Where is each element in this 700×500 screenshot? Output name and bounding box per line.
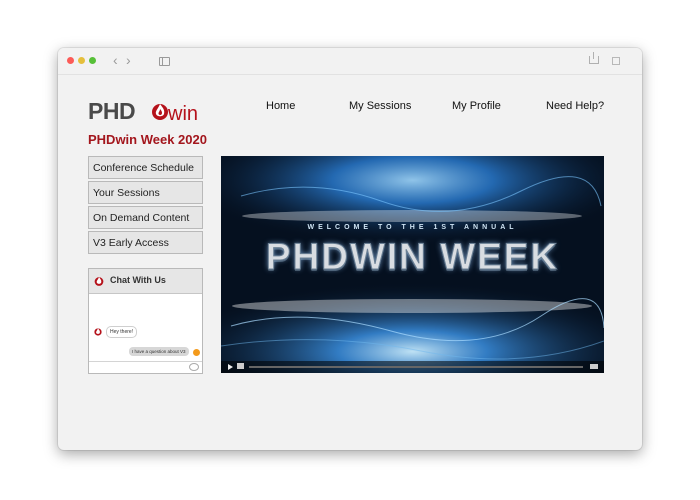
video-controls — [221, 361, 604, 373]
sidebar-toggle-icon[interactable] — [159, 57, 170, 66]
video-progress-bar[interactable] — [249, 366, 583, 368]
chat-title: Chat With Us — [110, 275, 166, 285]
share-icon[interactable] — [589, 52, 599, 64]
tabs-icon[interactable] — [612, 57, 620, 65]
page-title: PHDwin Week 2020 — [88, 132, 207, 147]
minimize-window-button[interactable] — [78, 57, 85, 64]
menu-item-v3-early-access[interactable]: V3 Early Access — [88, 231, 203, 254]
video-subtitle: WELCOME TO THE 1ST ANNUAL — [307, 224, 518, 231]
menu-item-your-sessions[interactable]: Your Sessions — [88, 181, 203, 204]
nav-my-sessions-link[interactable]: My Sessions — [349, 100, 411, 112]
menu-item-on-demand-content[interactable]: On Demand Content — [88, 206, 203, 229]
chat-message-incoming: Hey there! — [106, 326, 138, 338]
chat-header[interactable]: Chat With Us — [89, 269, 202, 294]
logo-win-text: win — [168, 103, 199, 125]
play-icon[interactable] — [228, 364, 233, 370]
chat-widget: Chat With Us Hey there! I have a questio… — [88, 268, 203, 374]
nav-my-profile-link[interactable]: My Profile — [452, 100, 501, 112]
nav-home-link[interactable]: Home — [266, 100, 295, 112]
video-title: PHDWIN WEEK — [265, 236, 560, 278]
browser-toolbar: ‹ › — [58, 48, 642, 75]
maximize-window-button[interactable] — [89, 57, 96, 64]
chat-message-outgoing: I have a question about V3 — [129, 347, 189, 356]
video-player[interactable]: WELCOME TO THE 1ST ANNUAL PHDWIN WEEK — [221, 156, 604, 373]
forward-icon[interactable]: › — [126, 53, 131, 67]
user-avatar — [193, 349, 200, 356]
close-window-button[interactable] — [67, 57, 74, 64]
nav-need-help-link[interactable]: Need Help? — [546, 100, 604, 112]
chat-input[interactable] — [89, 361, 202, 373]
chat-bubble-icon[interactable] — [189, 363, 199, 371]
agent-avatar-icon — [94, 328, 102, 336]
logo-phd-text: PHD — [88, 98, 136, 124]
side-menu: Conference Schedule Your Sessions On Dem… — [88, 156, 203, 256]
time-display — [237, 363, 244, 369]
flame-icon — [94, 277, 104, 286]
menu-item-conference-schedule[interactable]: Conference Schedule — [88, 156, 203, 179]
back-icon[interactable]: ‹ — [113, 53, 118, 67]
browser-window: ‹ › PHD win Home My Sessions My Profile … — [58, 48, 642, 450]
volume-icon[interactable] — [590, 364, 598, 369]
